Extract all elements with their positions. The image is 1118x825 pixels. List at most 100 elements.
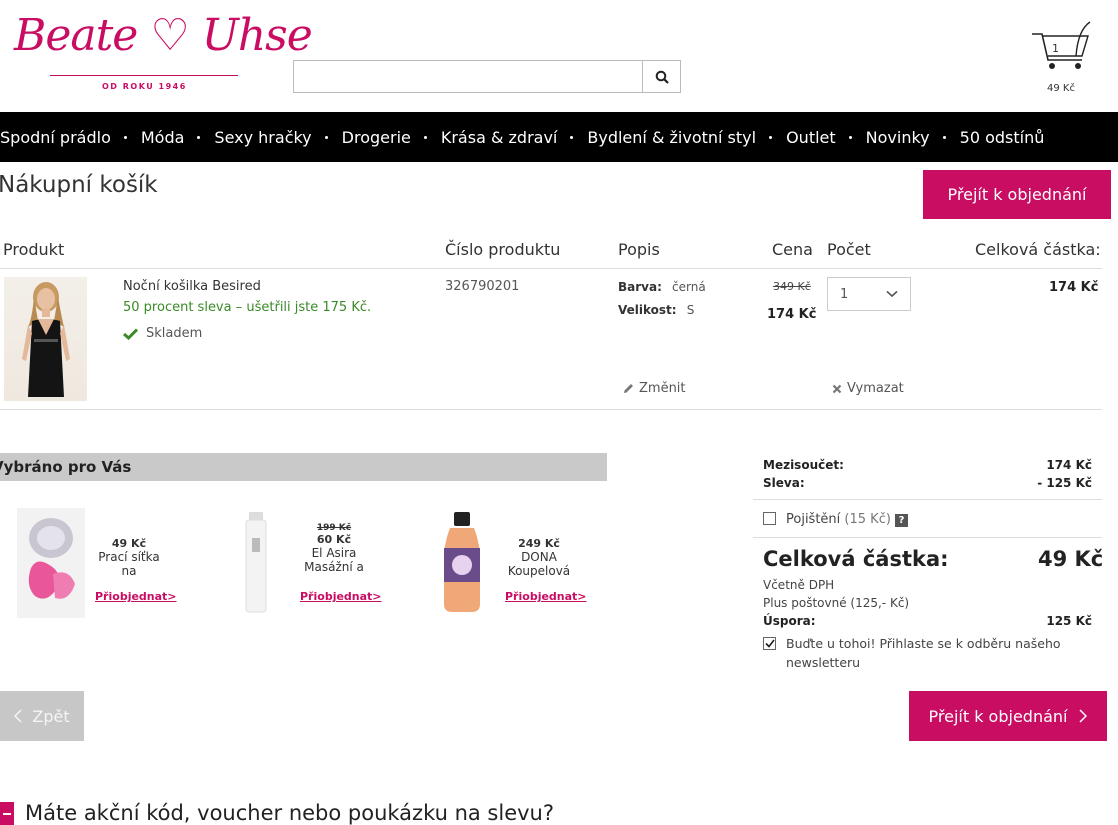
checkout-label: Přejít k objednání [928,706,1068,726]
insurance-price: (15 Kč) [844,512,891,527]
subtotal-label: Mezisoučet: [763,458,844,472]
table-row-divider [0,409,1102,410]
color-label: Barva: [618,280,662,294]
nav-item-krasa-zdravi[interactable]: Krása & zdraví [423,128,573,147]
search-input[interactable] [293,60,643,93]
newsletter-text-line2: newsletteru [786,655,861,670]
product-number: 326790201 [445,279,520,294]
chevron-right-icon [1079,709,1088,723]
column-header-product: Produkt [3,240,65,259]
color-value: černá [672,280,706,294]
product-color: Barva: černá [618,280,706,295]
product-image[interactable] [4,277,87,401]
insurance-option: Pojištění (15 Kč) [786,512,891,527]
nav-item-outlet[interactable]: Outlet [769,128,851,147]
voucher-toggle[interactable] [0,802,14,825]
column-header-number: Číslo produktu [445,240,561,259]
savings-value: 125 Kč [1046,614,1092,628]
nav-item-drogerie[interactable]: Drogerie [324,128,426,147]
column-header-total: Celková částka: [975,240,1101,259]
chevron-down-icon [886,290,898,298]
size-label: Velikost: [618,303,677,317]
product-old-price: 349 Kč [773,280,811,293]
recommended-image-3[interactable] [436,508,488,618]
insurance-label: Pojištění [786,512,841,527]
recommended-item-1: 49 Kč Prací síťka na [92,537,166,578]
nav-item-bydleni[interactable]: Bydlení & životní styl [570,128,771,147]
discount-label: Sleva: [763,476,805,490]
recommended-image-1[interactable] [17,508,85,618]
recommended-name-line1: El Asira [311,546,357,560]
column-header-description: Popis [618,240,660,259]
nav-item-moda[interactable]: Móda [123,128,200,147]
nav-item-50-odstinu[interactable]: 50 odstínů [942,128,1060,147]
grand-total-value: 49 Kč [1038,547,1104,571]
minus-icon [3,812,11,815]
search-icon [655,70,669,84]
product-discount: 50 procent sleva – ušetřili jste 175 Kč. [123,300,372,315]
product-price: 174 Kč [767,307,817,322]
edit-label: Změnit [639,381,686,396]
recommended-order-link-2[interactable]: Přiobjednat> [300,590,382,603]
newsletter-checkbox[interactable] [763,637,776,650]
edit-item-link[interactable]: Změnit [623,381,686,396]
newsletter-text-line1: Buďte u tohoi! Přihlaste se k odběru naš… [786,636,1061,651]
delete-item-link[interactable]: Vymazat [832,381,904,396]
summary-divider [753,537,1102,538]
recommended-title: Vybráno pro Vás [0,458,132,476]
back-label: Zpět [32,706,70,726]
nav-item-sexy-hracky[interactable]: Sexy hračky [197,128,326,147]
row-total: 174 Kč [1049,280,1099,295]
savings-label: Úspora: [763,614,816,628]
recommended-item-3: 249 Kč DONA Koupelová [500,537,578,578]
recommended-price: 249 Kč [518,537,560,550]
back-button[interactable]: Zpět [0,691,84,741]
recommended-item-2: 199 Kč 60 Kč El Asira Masážní a [298,523,370,574]
cart-icon[interactable] [1030,20,1096,72]
page-title: Nákupní košík [0,172,158,198]
quantity-select[interactable]: 1 [827,277,911,311]
vat-note: Včetně DPH [763,578,835,592]
grand-total-label: Celková částka: [763,547,949,571]
delete-label: Vymazat [847,381,904,396]
close-icon [832,384,842,393]
help-icon[interactable]: ? [895,514,908,527]
checkout-button-bottom[interactable]: Přejít k objednání [909,691,1107,741]
column-header-quantity: Počet [827,240,871,259]
table-header-divider [0,268,1102,269]
main-navigation: Spodní prádlo Móda Sexy hračky Drogerie … [0,112,1118,162]
logo[interactable]: Beate ♡ Uhse [14,10,313,61]
check-icon [123,327,138,340]
nav-item-novinky[interactable]: Novinky [848,128,945,147]
recommended-price: 60 Kč [316,533,352,546]
shipping-note: Plus poštovné (125,- Kč) [763,596,910,610]
search-button[interactable] [642,60,681,93]
cart-count: 1 [1052,42,1059,55]
nav-item-spodni-pradlo[interactable]: Spodní prádlo [0,128,126,147]
recommended-name-line1: Prací síťka [98,550,160,564]
insurance-checkbox[interactable] [763,512,776,525]
recommended-name-line2: Masážní a [304,560,364,574]
column-header-price: Cena [772,240,813,259]
product-name[interactable]: Noční košilka Besired [123,279,261,294]
logo-subtitle: OD ROKU 1946 [102,82,187,91]
cart-total: 49 Kč [1047,83,1075,94]
quantity-value: 1 [840,286,849,302]
voucher-heading[interactable]: Máte akční kód, voucher nebo poukázku na… [25,801,554,825]
size-value: S [686,303,695,317]
stock-label: Skladem [146,326,203,341]
recommended-order-link-1[interactable]: Přiobjednat> [95,590,177,603]
recommended-price: 49 Kč [111,537,147,550]
pencil-icon [624,384,633,393]
discount-value: - 125 Kč [1037,476,1092,490]
recommended-order-link-3[interactable]: Přiobjednat> [505,590,587,603]
recommended-name-line1: DONA [521,550,557,564]
logo-underline [50,75,238,76]
checkout-button-top[interactable]: Přejít k objednání [923,170,1111,219]
product-size: Velikost: S [618,303,694,318]
recommended-image-2[interactable] [230,508,282,618]
summary-divider [753,499,1102,500]
chevron-left-icon [14,709,22,723]
recommended-name-line2: na [121,564,137,578]
recommended-old-price: 199 Kč [316,523,352,533]
